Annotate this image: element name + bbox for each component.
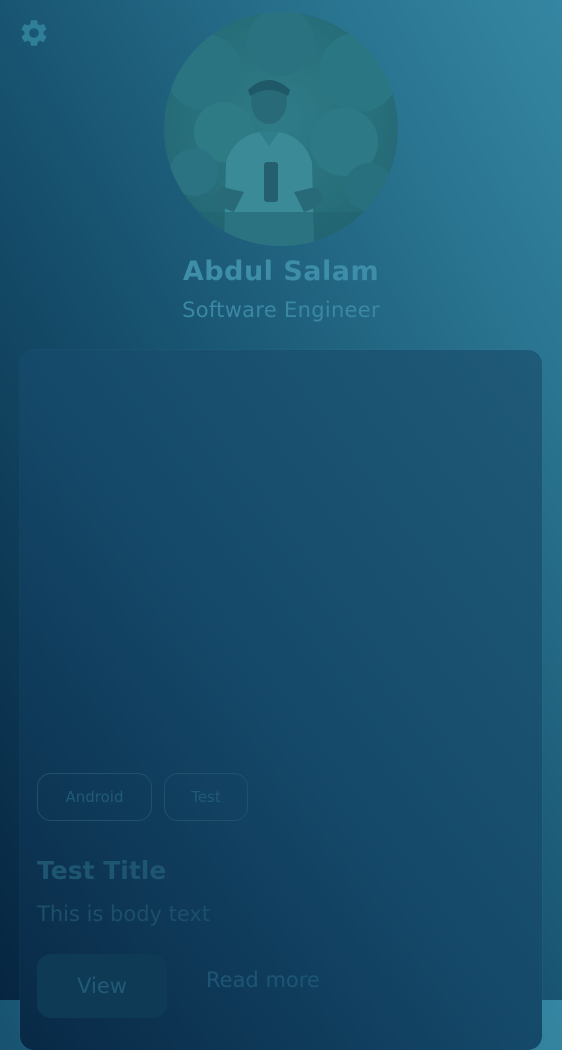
project-card: Android Test Test Title This is body tex… (20, 350, 542, 1050)
profile-name: Abdul Salam (182, 256, 380, 287)
avatar[interactable] (164, 12, 398, 246)
profile-screen: { "profile": { "name": "Abdul Salam", "r… (0, 0, 562, 1050)
gear-icon (21, 20, 47, 46)
tag-chip-test[interactable]: Test (164, 773, 248, 821)
card-title: Test Title (37, 856, 167, 885)
view-button[interactable]: View (37, 954, 167, 1018)
settings-button[interactable] (18, 17, 50, 49)
profile-role: Software Engineer (182, 298, 380, 322)
card-body-text: This is body text (37, 902, 211, 926)
read-more-button[interactable]: Read more (206, 968, 320, 992)
profile-photo-icon (164, 12, 398, 246)
tag-chip-android[interactable]: Android (37, 773, 152, 821)
